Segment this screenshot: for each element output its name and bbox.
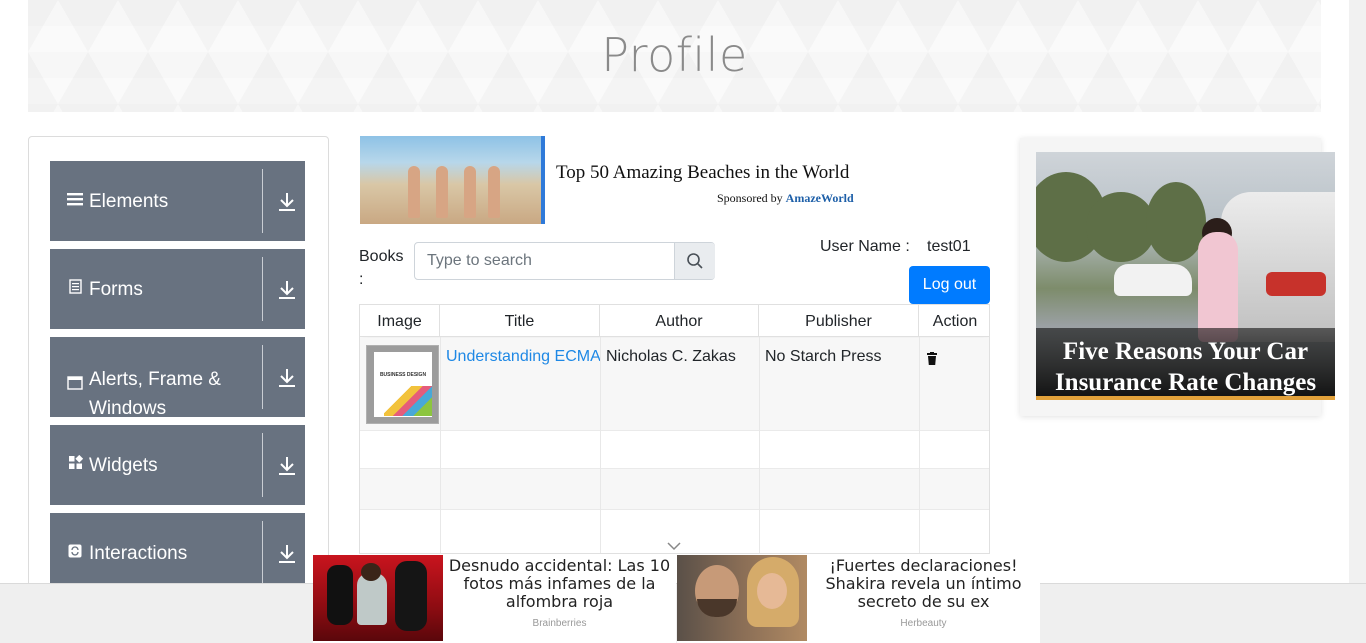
ad-text[interactable]: Desnudo accidental: Las 10 fotos más inf…: [443, 557, 676, 611]
divider: [262, 433, 263, 497]
ad-caption: Five Reasons Your Car Insurance Rate Cha…: [1054, 338, 1317, 396]
ad-sponsor-prefix: Sponsored by: [717, 191, 783, 205]
logout-button[interactable]: Log out: [909, 266, 990, 304]
download-icon: [279, 457, 295, 475]
download-icon: [279, 193, 295, 211]
sidebar-group-elements[interactable]: Elements: [50, 161, 305, 241]
divider: [262, 521, 263, 585]
scrollbar[interactable]: [1349, 0, 1366, 583]
ad-text[interactable]: ¡Fuertes declaraciones! Shakira revela u…: [807, 557, 1040, 611]
sidebar-group-label: Widgets: [89, 454, 158, 476]
bottom-ad-1[interactable]: Desnudo accidental: Las 10 fotos más inf…: [313, 555, 676, 643]
document-icon: [67, 275, 83, 304]
book-publisher: No Starch Press: [765, 348, 882, 365]
download-icon: [279, 545, 295, 563]
ad-image-car: Five Reasons Your Car Insurance Rate Cha…: [1036, 152, 1335, 400]
chevron-down-icon[interactable]: [667, 541, 681, 551]
user-name-value: test01: [927, 238, 971, 255]
book-author: Nicholas C. Zakas: [606, 348, 736, 365]
search-input[interactable]: [415, 243, 674, 279]
table-header: Image Title Author Publisher Action: [360, 305, 989, 337]
search-icon: [687, 253, 703, 269]
ad-headline[interactable]: Top 50 Amazing Beaches in the World: [556, 162, 849, 184]
page-title: Profile: [601, 28, 748, 82]
user-name-label: User Name :: [820, 238, 910, 255]
search-box: [414, 242, 715, 280]
sidebar-group-alerts[interactable]: Alerts, Frame & Windows: [50, 337, 305, 419]
ad-caption-box: Five Reasons Your Car Insurance Rate Cha…: [1036, 328, 1335, 400]
search-button[interactable]: [674, 243, 715, 279]
sponsored-ad-top[interactable]: Top 50 Amazing Beaches in the World Spon…: [360, 136, 990, 224]
divider: [262, 169, 263, 233]
sidebar-group-label: Alerts, Frame & Windows: [89, 369, 221, 419]
divider: [262, 345, 263, 409]
window-icon: [67, 371, 83, 400]
ad-image-beach: [360, 136, 545, 224]
ad-image-couple: [677, 555, 807, 641]
ad-sponsor-name[interactable]: AmazeWorld: [786, 191, 854, 205]
ad-image-red-carpet: [313, 555, 443, 641]
column-header-author[interactable]: Author: [600, 305, 759, 337]
column-header-publisher[interactable]: Publisher: [759, 305, 919, 337]
column-header-action[interactable]: Action: [919, 305, 989, 337]
sidebar-group-widgets[interactable]: Widgets: [50, 425, 305, 505]
table-row: BUSINESS DESIGN Understanding ECMAScript…: [360, 338, 989, 431]
cover-text: BUSINESS DESIGN: [379, 372, 427, 378]
sidebar-group-interactions[interactable]: Interactions: [50, 513, 305, 593]
sidebar-group-label: Forms: [89, 278, 143, 300]
sidebar-group-forms[interactable]: Forms: [50, 249, 305, 329]
download-icon: [279, 369, 295, 387]
hamburger-icon: [67, 187, 83, 216]
table-row: [360, 469, 989, 510]
widgets-icon: [67, 451, 83, 480]
ad-sponsor: Sponsored by AmazeWorld: [717, 191, 854, 206]
book-title-link[interactable]: Understanding ECMAScript 6: [446, 348, 600, 366]
bottom-ad-2[interactable]: ¡Fuertes declaraciones! Shakira revela u…: [677, 555, 1040, 643]
sidebar: Elements Forms Alerts, Frame & Windows W…: [28, 136, 329, 596]
sidebar-group-label: Elements: [89, 190, 169, 212]
sidebar-group-label: Interactions: [89, 542, 188, 564]
sponsored-ad-right[interactable]: Five Reasons Your Car Insurance Rate Cha…: [1020, 138, 1335, 416]
book-cover-image: BUSINESS DESIGN: [366, 345, 439, 424]
refresh-icon: [67, 539, 83, 568]
ad-source: Brainberries: [532, 618, 587, 629]
page-banner: Profile: [28, 0, 1321, 112]
divider: [262, 257, 263, 321]
column-header-image[interactable]: Image: [360, 305, 440, 337]
books-label: Books :: [359, 248, 404, 288]
ad-source: Herbeauty: [900, 618, 947, 629]
delete-icon[interactable]: [926, 352, 938, 366]
table-row: [360, 431, 989, 469]
column-header-title[interactable]: Title: [440, 305, 600, 337]
download-icon: [279, 281, 295, 299]
books-table: Image Title Author Publisher Action BUSI…: [359, 304, 990, 554]
